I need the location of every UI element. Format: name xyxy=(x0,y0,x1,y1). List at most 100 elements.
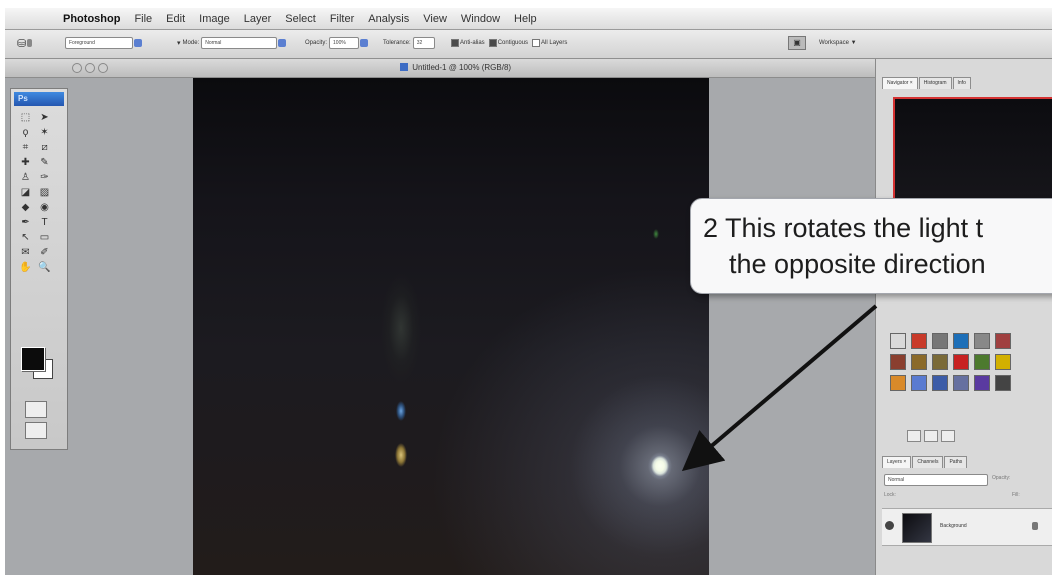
tab-navigator[interactable]: Navigator × xyxy=(882,77,918,89)
color-swatch[interactable] xyxy=(995,375,1011,391)
menu-analysis[interactable]: Analysis xyxy=(361,13,416,25)
mode-select[interactable]: Normal xyxy=(201,37,278,49)
tab-histogram[interactable]: Histogram xyxy=(918,77,952,89)
pattern-picker-icon[interactable]: ▾ xyxy=(177,39,181,47)
color-swatch[interactable] xyxy=(932,333,948,349)
navigator-panel-tabs: Navigator × Histogram Info xyxy=(882,77,972,89)
color-swatch[interactable] xyxy=(995,333,1011,349)
anti-alias-label: Anti-alias xyxy=(460,40,485,46)
history-brush-icon[interactable]: ✑ xyxy=(36,171,53,184)
healing-icon[interactable]: ✚ xyxy=(17,156,34,169)
callout-line-1: 2 This rotates the light t xyxy=(703,213,984,243)
color-swatch[interactable] xyxy=(932,354,948,370)
eyedropper-icon[interactable]: ✐ xyxy=(36,246,53,259)
layer-thumbnail xyxy=(902,513,932,543)
path-select-icon[interactable]: ↖ xyxy=(17,231,34,244)
tab-layers[interactable]: Layers × xyxy=(882,456,912,468)
type-icon[interactable]: T xyxy=(36,216,53,229)
color-swatch[interactable] xyxy=(953,333,969,349)
opacity-slider-icon[interactable] xyxy=(360,39,369,47)
preset-picker-icon[interactable] xyxy=(27,39,33,47)
color-swatch[interactable] xyxy=(974,375,990,391)
tab-info[interactable]: Info xyxy=(952,77,971,89)
color-swatch[interactable] xyxy=(995,354,1011,370)
color-swatch[interactable] xyxy=(911,354,927,370)
ps-logo[interactable]: Ps xyxy=(14,92,64,106)
blur-icon[interactable]: ◆ xyxy=(17,201,34,214)
marquee-icon[interactable]: ⬚ xyxy=(17,111,34,124)
document-title-bar: Untitled-1 @ 100% (RGB/8) xyxy=(5,59,875,78)
window-minimize-button[interactable] xyxy=(85,63,95,73)
menu-filter[interactable]: Filter xyxy=(323,13,361,25)
gradient-icon[interactable]: ▨ xyxy=(36,186,53,199)
instruction-callout: 2 This rotates the light t the opposite … xyxy=(690,198,1052,294)
contiguous-checkbox[interactable] xyxy=(488,39,497,47)
notes-icon[interactable]: ✉ xyxy=(17,246,34,259)
fill-source-select[interactable]: Foreground xyxy=(65,37,133,49)
window-zoom-button[interactable] xyxy=(98,63,108,73)
swatches-panel xyxy=(890,333,1011,391)
tolerance-label: Tolerance: xyxy=(383,40,411,46)
dodge-icon[interactable]: ◉ xyxy=(36,201,53,214)
opacity-input[interactable]: 100% xyxy=(329,37,360,49)
swatch-menu-icon[interactable] xyxy=(941,430,955,442)
menu-select[interactable]: Select xyxy=(278,13,323,25)
color-swatch[interactable] xyxy=(890,375,906,391)
color-swatch[interactable] xyxy=(974,333,990,349)
bridge-icon[interactable]: ▣ xyxy=(788,36,806,50)
tab-paths[interactable]: Paths xyxy=(944,456,968,468)
menu-app-name[interactable]: Photoshop xyxy=(55,13,127,25)
color-swatch[interactable] xyxy=(953,354,969,370)
color-swatch[interactable] xyxy=(890,333,906,349)
menu-edit[interactable]: Edit xyxy=(159,13,192,25)
layers-panel-tabs: Layers × Channels Paths xyxy=(882,456,968,468)
menu-help[interactable]: Help xyxy=(507,13,544,25)
foreground-color-swatch[interactable] xyxy=(21,347,45,371)
color-swatch[interactable] xyxy=(911,333,927,349)
lasso-icon[interactable]: ϙ xyxy=(17,126,34,139)
screen-mode-button[interactable] xyxy=(25,422,47,439)
menu-view[interactable]: View xyxy=(416,13,454,25)
lock-label: Lock: xyxy=(884,492,896,498)
eye-icon[interactable] xyxy=(885,521,894,530)
menu-window[interactable]: Window xyxy=(454,13,507,25)
color-swatch[interactable] xyxy=(890,354,906,370)
color-swatch[interactable] xyxy=(932,375,948,391)
color-swatch[interactable] xyxy=(911,375,927,391)
workspace-button[interactable]: Workspace ▼ xyxy=(819,40,857,46)
menu-layer[interactable]: Layer xyxy=(237,13,279,25)
menu-image[interactable]: Image xyxy=(192,13,237,25)
new-swatch-icon[interactable] xyxy=(907,430,921,442)
options-bar: ⛁ Foreground ▾ Mode: Normal Opacity: 100… xyxy=(5,30,1052,59)
move-icon[interactable]: ➤ xyxy=(36,111,53,124)
window-close-button[interactable] xyxy=(72,63,82,73)
menu-file[interactable]: File xyxy=(127,13,159,25)
magic-wand-icon[interactable]: ✶ xyxy=(36,126,53,139)
tab-channels[interactable]: Channels xyxy=(912,456,944,468)
chevron-down-icon[interactable] xyxy=(278,39,287,47)
anti-alias-checkbox[interactable] xyxy=(451,39,459,47)
pen-icon[interactable]: ✒ xyxy=(17,216,34,229)
brush-icon[interactable]: ✎ xyxy=(36,156,53,169)
hand-icon[interactable]: ✋ xyxy=(17,261,34,274)
all-layers-checkbox[interactable] xyxy=(532,39,541,47)
layer-row-background[interactable]: Background xyxy=(882,508,1052,546)
all-layers-label: All Layers xyxy=(541,40,568,46)
layer-blend-select[interactable]: Normal xyxy=(884,474,988,486)
stamp-icon[interactable]: ♙ xyxy=(17,171,34,184)
crop-icon[interactable]: ⌗ xyxy=(17,141,34,154)
slice-icon[interactable]: ⧄ xyxy=(36,141,53,154)
layer-opacity-label: Opacity: xyxy=(992,475,1011,481)
chevron-down-icon[interactable] xyxy=(134,39,142,47)
color-swatch[interactable] xyxy=(974,354,990,370)
color-swatch[interactable] xyxy=(953,375,969,391)
document-canvas[interactable] xyxy=(193,78,709,575)
eraser-icon[interactable]: ◪ xyxy=(17,186,34,199)
paint-bucket-tool-preset[interactable]: ⛁ xyxy=(17,36,33,50)
quick-mask-button[interactable] xyxy=(25,401,47,418)
shape-icon[interactable]: ▭ xyxy=(36,231,53,244)
mode-label: Mode: xyxy=(182,40,200,46)
zoom-icon[interactable]: 🔍 xyxy=(36,261,53,274)
tolerance-input[interactable]: 32 xyxy=(412,37,435,49)
delete-swatch-icon[interactable] xyxy=(924,430,938,442)
